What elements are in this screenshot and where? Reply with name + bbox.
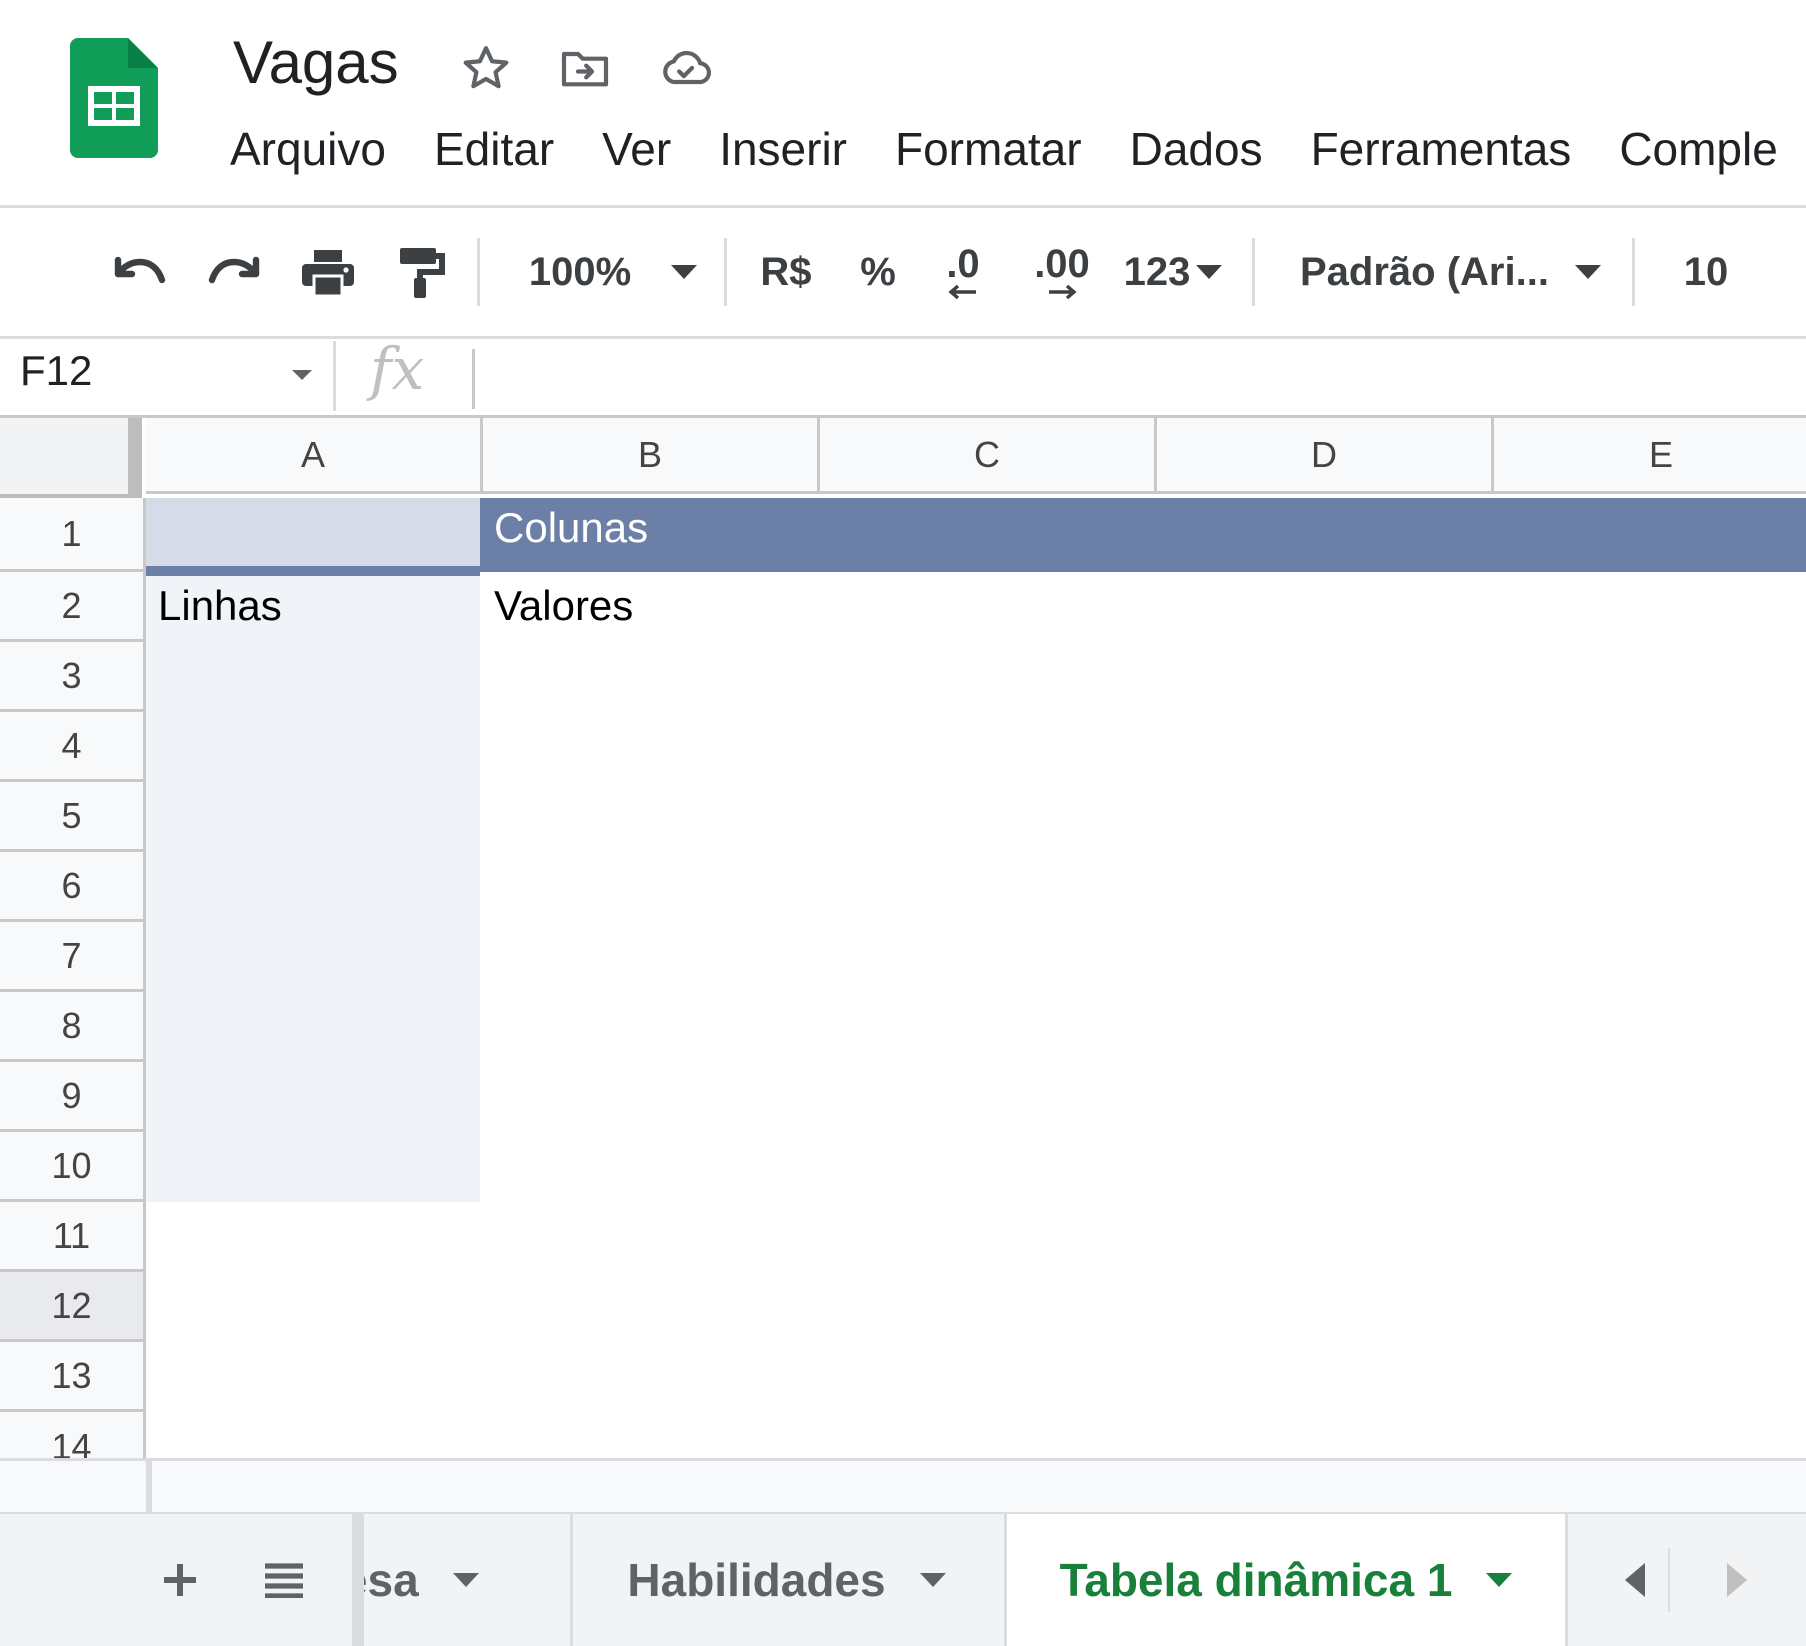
select-all-corner[interactable]	[0, 418, 142, 506]
row-header-5[interactable]: 5	[0, 782, 146, 852]
horizontal-scrollbar[interactable]	[0, 1458, 1806, 1513]
menu-ver[interactable]: Ver	[602, 122, 671, 176]
sheet-tab-empresa-inner: resa	[364, 1514, 479, 1646]
scrollbar-divider	[146, 1461, 152, 1513]
add-sheet-icon[interactable]	[150, 1514, 210, 1646]
menu-arquivo[interactable]: Arquivo	[230, 122, 386, 176]
sheet-tab-menu-icon	[1486, 1573, 1513, 1587]
row-header-2[interactable]: 2	[0, 572, 146, 642]
number-format-label: 123	[1123, 249, 1191, 294]
pivot-header-stripe	[146, 566, 480, 576]
row-header-4[interactable]: 4	[0, 712, 146, 782]
menu-complementos[interactable]: Comple	[1619, 122, 1778, 176]
cell-a2[interactable]: Linhas	[158, 582, 282, 630]
pivot-rows-band[interactable]	[146, 576, 480, 1202]
name-box-dropdown-icon[interactable]	[292, 367, 312, 385]
undo-icon[interactable]	[104, 208, 176, 336]
toolbar: 100% R$ % .0 .00 123 Padrão (Ari... 10	[0, 208, 1806, 339]
row-header-13[interactable]: 13	[0, 1342, 146, 1412]
cell-a1[interactable]	[146, 498, 480, 576]
font-family-dropdown-icon[interactable]	[1568, 208, 1608, 336]
increase-decimal-button[interactable]: .00	[1024, 208, 1100, 336]
format-currency-button[interactable]: R$	[748, 208, 824, 336]
row-header-6[interactable]: 6	[0, 852, 146, 922]
sheet-tab-label: Habilidades	[627, 1554, 886, 1606]
sheet-tab-label: resa	[364, 1554, 419, 1606]
sheet-tab-label: Tabela dinâmica 1	[1059, 1554, 1453, 1606]
app-header: Vagas Arquivo Editar Ver Inserir Formata…	[0, 0, 1806, 208]
number-format-button[interactable]: 123	[1118, 208, 1228, 336]
sheet-tab-bar: resa Habilidades Tabela dinâmica 1	[0, 1512, 1806, 1646]
document-title[interactable]: Vagas	[233, 28, 399, 97]
cell-b1[interactable]: Colunas	[494, 504, 648, 552]
all-sheets-icon[interactable]	[254, 1514, 314, 1646]
sheet-tab-tabela-dinamica-1[interactable]: Tabela dinâmica 1	[1004, 1514, 1568, 1646]
menu-inserir[interactable]: Inserir	[719, 122, 847, 176]
increase-decimal-label: .00	[1034, 242, 1090, 286]
menu-bar: Arquivo Editar Ver Inserir Formatar Dado…	[230, 122, 1806, 176]
menu-ferramentas[interactable]: Ferramentas	[1311, 122, 1572, 176]
menu-dados[interactable]: Dados	[1130, 122, 1263, 176]
formula-bar: F12 fx	[0, 335, 1806, 418]
font-family-select[interactable]: Padrão (Ari...	[1300, 208, 1550, 336]
scroll-right-icon[interactable]	[1712, 1514, 1762, 1646]
column-header-a[interactable]: A	[146, 418, 483, 494]
spreadsheet-grid: A B C D E 1 2 3 4 5 6 7 8 9 10 11 12 13 …	[0, 418, 1806, 1458]
menu-formatar[interactable]: Formatar	[895, 122, 1082, 176]
row-header-10[interactable]: 10	[0, 1132, 146, 1202]
decrease-decimal-button[interactable]: .0	[930, 208, 996, 336]
column-header-b[interactable]: B	[483, 418, 820, 494]
sheet-tab-menu-icon	[452, 1573, 479, 1587]
sheet-tab-empresa[interactable]: resa	[352, 1514, 568, 1646]
row-header-12[interactable]: 12	[0, 1272, 146, 1342]
column-header-d[interactable]: D	[1157, 418, 1494, 494]
star-icon[interactable]	[458, 40, 514, 96]
row-header-7[interactable]: 7	[0, 922, 146, 992]
row-header-11[interactable]: 11	[0, 1202, 146, 1272]
number-format-dropdown-icon	[1196, 265, 1223, 279]
sheet-tab-menu-icon	[919, 1573, 946, 1587]
cloud-saved-icon[interactable]	[657, 40, 713, 96]
pivot-columns-band[interactable]	[480, 498, 1806, 572]
row-header-8[interactable]: 8	[0, 992, 146, 1062]
zoom-value[interactable]: 100%	[520, 208, 640, 336]
cell-b2[interactable]: Valores	[494, 582, 633, 630]
zoom-dropdown-icon[interactable]	[664, 208, 704, 336]
row-header-14[interactable]: 14	[0, 1412, 146, 1458]
sheet-tab-habilidades[interactable]: Habilidades	[570, 1514, 1000, 1646]
move-to-folder-icon[interactable]	[557, 40, 613, 96]
row-header-3[interactable]: 3	[0, 642, 146, 712]
sheets-logo-icon[interactable]	[70, 38, 158, 158]
decrease-decimal-label: .0	[946, 242, 980, 286]
row-header-9[interactable]: 9	[0, 1062, 146, 1132]
font-size-input[interactable]: 10	[1668, 208, 1744, 336]
print-icon[interactable]	[292, 208, 364, 336]
menu-editar[interactable]: Editar	[434, 122, 554, 176]
scroll-left-icon[interactable]	[1610, 1514, 1660, 1646]
column-header-c[interactable]: C	[820, 418, 1157, 494]
name-box[interactable]: F12	[20, 347, 92, 395]
row-header-1[interactable]: 1	[0, 498, 146, 572]
paint-format-icon[interactable]	[384, 208, 456, 336]
fx-icon: fx	[370, 335, 425, 403]
redo-icon[interactable]	[198, 208, 270, 336]
column-header-e[interactable]: E	[1494, 418, 1806, 494]
format-percent-button[interactable]: %	[848, 208, 908, 336]
